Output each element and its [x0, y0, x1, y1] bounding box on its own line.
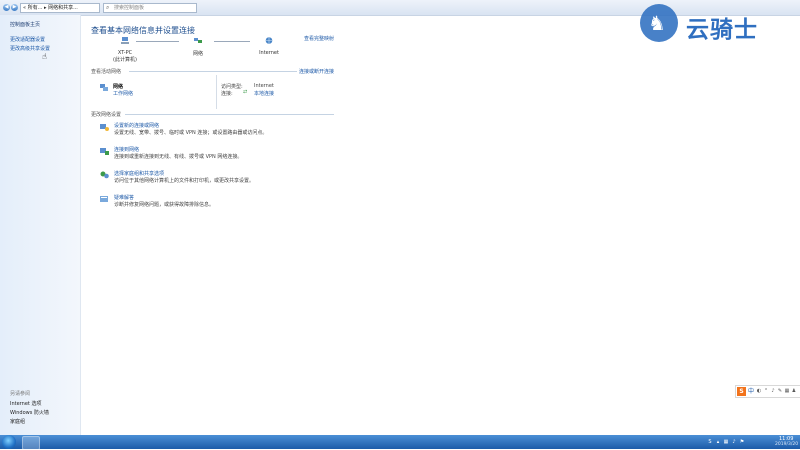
ime-mode[interactable]: 中 — [748, 387, 754, 396]
tray-arrow-icon[interactable]: ▴ — [715, 439, 721, 445]
map-connector-2 — [214, 41, 250, 42]
see-full-map-link[interactable]: 查看完整映射 — [304, 35, 334, 42]
connect-network-icon — [100, 148, 109, 155]
clock-date[interactable]: 2019/3/20 — [775, 442, 798, 447]
search-box[interactable]: ⌕ 搜索控制面板 — [103, 3, 197, 13]
breadcrumb[interactable]: « 所有... ▸ 网络和共享... — [20, 3, 100, 13]
start-button[interactable] — [2, 435, 16, 449]
network-name: 网络 — [113, 84, 124, 90]
watermark-text: 云骑士 — [686, 17, 758, 43]
sidebar-link-internet-options[interactable]: Internet 选项 — [10, 400, 41, 407]
knight-glyph: ♞ — [648, 11, 666, 35]
change-settings-heading: 更改网络设置 — [91, 112, 122, 118]
access-type-label: 访问类型: — [221, 84, 243, 90]
map-node-internet[interactable]: Internet — [251, 37, 287, 56]
computer-icon — [121, 37, 129, 44]
system-tray: S ▴ ▦ ♪ ⚑ 11:09 2019/3/20 — [705, 436, 800, 448]
page-title: 查看基本网络信息并设置连接 — [91, 26, 195, 35]
vertical-divider — [216, 75, 217, 109]
section-divider — [129, 71, 297, 72]
network-type-link[interactable]: 工作网络 — [113, 90, 133, 97]
keyboard-icon[interactable]: ▦ — [784, 388, 790, 394]
active-networks-heading: 查看活动网络 — [91, 69, 122, 75]
section-divider — [125, 114, 334, 115]
sidebar-link-homegroup[interactable]: 家庭组 — [10, 418, 25, 425]
troubleshoot-icon — [100, 196, 108, 202]
taskbar-explorer-button[interactable] — [22, 436, 40, 450]
moon-icon[interactable]: ◐ — [756, 388, 762, 394]
taskbar: S ▴ ▦ ♪ ⚑ 11:09 2019/3/20 — [0, 435, 800, 450]
task-description: 访问位于其他网络计算机上的文件和打印机，或更改共享设置。 — [114, 178, 255, 184]
task-title[interactable]: 疑难解答 — [114, 194, 134, 201]
access-type-value: Internet — [254, 83, 274, 89]
handwriting-icon[interactable]: ✎ — [777, 388, 783, 394]
tray-volume-icon[interactable]: ♪ — [731, 439, 737, 445]
connection-label: 连接: — [221, 91, 233, 97]
punctuation-icon[interactable]: ° — [763, 388, 769, 394]
main-content: 查看基本网络信息并设置连接 查看完整映射 XT-PC (此计算机) 网络 Int… — [81, 15, 800, 435]
forward-arrow-icon: ▶ — [12, 4, 17, 10]
sidebar: 控制面板主页 更改适配器设置 更改高级共享设置 另请参阅 Internet 选项… — [0, 15, 81, 435]
local-connection-link[interactable]: 本地连接 — [254, 90, 274, 97]
map-node-sublabel: (此计算机) — [113, 57, 137, 63]
map-node-label: Internet — [259, 50, 279, 56]
search-placeholder: 搜索控制面板 — [114, 5, 145, 11]
tray-flag-icon[interactable]: ⚑ — [739, 439, 745, 445]
task-title[interactable]: 连接到网络 — [114, 146, 139, 153]
mouse-cursor-icon: ☝ — [42, 52, 47, 61]
network-icon — [194, 38, 202, 43]
see-also-heading: 另请参阅 — [10, 391, 31, 397]
forward-button[interactable]: ▶ — [11, 4, 18, 11]
work-network-icon — [100, 84, 108, 91]
sidebar-link-adapter-settings[interactable]: 更改适配器设置 — [10, 36, 45, 43]
task-title[interactable]: 设置新的连接或网络 — [114, 122, 159, 129]
task-description: 连接到或重新连接到无线、有线、拨号或 VPN 网络连接。 — [114, 154, 243, 160]
search-icon: ⌕ — [106, 4, 110, 11]
task-title[interactable]: 选择家庭组和共享选项 — [114, 170, 164, 177]
voice-icon[interactable]: ♪ — [770, 388, 776, 394]
ime-toolbar[interactable]: S 中 ◐ ° ♪ ✎ ▦ ♟ — [735, 385, 800, 398]
task-description: 设置无线、宽带、拨号、临时或 VPN 连接；或设置路由器或访问点。 — [114, 130, 268, 136]
map-node-label: 网络 — [192, 51, 203, 57]
new-connection-icon — [100, 124, 109, 131]
sogou-logo-icon[interactable]: S — [737, 387, 746, 396]
task-description: 诊断并修复网络问题，或获得故障排除信息。 — [114, 202, 215, 208]
back-button[interactable]: ◀ — [3, 4, 10, 11]
connection-icon: ⇄ — [243, 89, 248, 95]
tray-network-icon[interactable]: ▦ — [723, 439, 729, 445]
homegroup-icon — [100, 171, 109, 179]
sidebar-home-link[interactable]: 控制面板主页 — [10, 21, 40, 28]
globe-icon — [265, 37, 273, 44]
watermark-logo: ♞ 云骑士 — [640, 4, 780, 44]
sidebar-link-advanced-sharing[interactable]: 更改高级共享设置 — [10, 45, 50, 52]
back-arrow-icon: ◀ — [4, 4, 9, 10]
tray-ime-icon[interactable]: S — [707, 439, 713, 445]
map-node-network[interactable]: 网络 — [181, 37, 215, 57]
sidebar-link-windows-firewall[interactable]: Windows 防火墙 — [10, 409, 49, 416]
map-connector-1 — [136, 41, 179, 42]
connect-disconnect-link[interactable]: 连接或断开连接 — [299, 68, 334, 75]
skin-icon[interactable]: ♟ — [791, 388, 797, 394]
